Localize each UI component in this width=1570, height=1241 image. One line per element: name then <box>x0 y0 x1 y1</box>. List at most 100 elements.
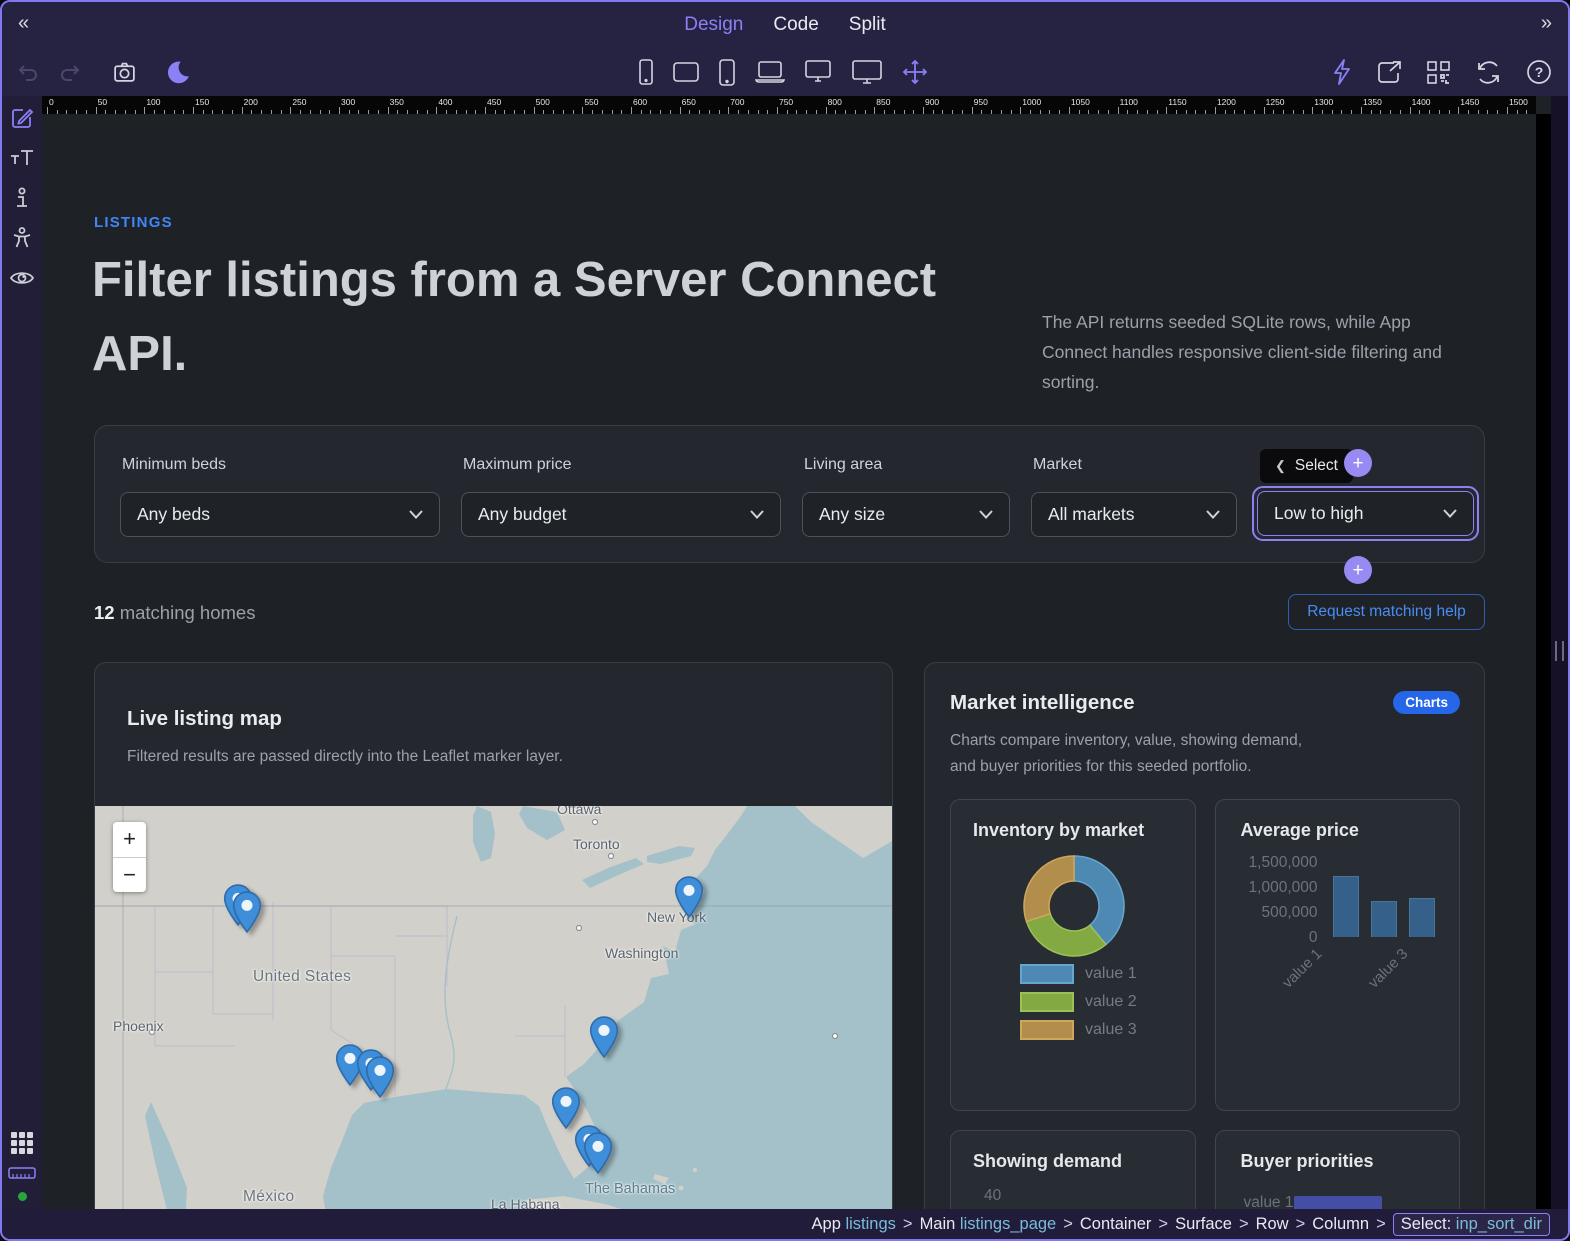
ruler-tick <box>806 110 807 114</box>
ruler-tick <box>816 110 817 114</box>
panel-resize-gutter[interactable] <box>1551 96 1568 1209</box>
add-element-button-bottom[interactable]: + <box>1344 556 1372 584</box>
map-marker-pin[interactable] <box>365 1056 395 1103</box>
accessibility-icon[interactable] <box>2 218 42 258</box>
ruler-tick <box>222 110 223 114</box>
ruler-tick <box>1429 110 1430 114</box>
ruler-tick <box>1312 107 1313 114</box>
legend-item[interactable]: value 3 <box>1020 1020 1137 1040</box>
ruler-tick <box>894 110 895 114</box>
qr-code-icon[interactable] <box>1426 60 1451 85</box>
open-in-browser-icon[interactable] <box>1376 59 1402 85</box>
ruler-tick <box>1059 110 1060 114</box>
map-marker-pin[interactable] <box>583 1132 613 1179</box>
request-matching-help-button[interactable]: Request matching help <box>1288 594 1485 630</box>
leaflet-map[interactable]: OttawaTorontoNew YorkWashingtonUnited St… <box>95 806 892 1209</box>
filter-select[interactable]: Any size <box>802 492 1010 537</box>
breadcrumb-item[interactable]: Column <box>1312 1215 1369 1234</box>
device-tablet-landscape-icon[interactable] <box>673 62 699 82</box>
panel-resize-handle-icon[interactable] <box>1555 641 1564 661</box>
ruler-tick <box>641 110 642 114</box>
filter-select[interactable]: Any beds <box>120 492 440 537</box>
redo-icon[interactable] <box>58 60 82 84</box>
ruler-tick <box>728 107 729 114</box>
ruler-tick <box>719 110 720 114</box>
breadcrumb-name: listings <box>841 1215 896 1233</box>
filter-select[interactable]: Low to high <box>1257 491 1474 536</box>
map-marker-pin[interactable] <box>589 1016 619 1063</box>
breadcrumb-item[interactable]: Surface <box>1175 1215 1232 1234</box>
apps-grid-icon[interactable] <box>11 1132 33 1154</box>
info-inspector-icon[interactable] <box>2 178 42 218</box>
canvas-scrollbar[interactable] <box>1536 114 1551 1209</box>
screenshot-camera-icon[interactable] <box>112 60 137 85</box>
y-axis-tick-label: 1,500,000 <box>1226 854 1318 871</box>
filter-select[interactable]: Any budget <box>461 492 781 537</box>
map-geography <box>95 806 892 1209</box>
breadcrumb-item[interactable]: Row <box>1256 1215 1289 1234</box>
ruler-tick <box>466 110 467 114</box>
drag-resize-arrows-icon[interactable] <box>902 59 928 85</box>
tab-design[interactable]: Design <box>684 14 743 36</box>
filter-label: Maximum price <box>463 456 571 474</box>
ruler-tick <box>874 107 875 114</box>
filter-select[interactable]: All markets <box>1031 492 1237 537</box>
map-marker-pin[interactable] <box>674 876 704 923</box>
tab-split[interactable]: Split <box>849 14 886 36</box>
panel-collapse-right-icon[interactable]: » <box>1541 12 1552 35</box>
preview-eye-icon[interactable] <box>2 258 42 298</box>
device-laptop-icon[interactable] <box>755 61 785 83</box>
svg-text:?: ? <box>1535 64 1544 80</box>
device-mobile-icon[interactable] <box>638 59 654 85</box>
ruler-number: 800 <box>828 97 842 107</box>
buyer-priorities-title: Buyer priorities <box>1241 1151 1374 1172</box>
map-label: México <box>243 1188 295 1206</box>
ruler-tick <box>310 110 311 114</box>
select-value: Low to high <box>1274 503 1364 524</box>
ruler-tick <box>456 110 457 114</box>
ruler-tick <box>1273 110 1274 114</box>
ruler-tick <box>1118 107 1119 114</box>
ruler-tick <box>1332 110 1333 114</box>
bar <box>1409 898 1435 937</box>
horizontal-bar <box>1294 1196 1382 1209</box>
ruler-tick <box>1478 110 1479 114</box>
breadcrumb-item[interactable]: App listings <box>812 1215 896 1234</box>
dark-mode-moon-icon[interactable] <box>165 59 191 85</box>
legend-label: value 1 <box>1085 965 1137 983</box>
breadcrumb-separator: > <box>1158 1215 1168 1234</box>
panel-collapse-left-icon[interactable]: « <box>18 12 29 35</box>
ruler-tick <box>884 110 885 114</box>
tab-code[interactable]: Code <box>773 14 818 36</box>
device-desktop-large-icon[interactable] <box>851 60 883 85</box>
help-icon[interactable]: ? <box>1526 59 1552 85</box>
ruler-tick <box>952 110 953 114</box>
breadcrumb-item[interactable]: Select: inp_sort_dir <box>1393 1213 1550 1236</box>
breadcrumb-item[interactable]: Main listings_page <box>920 1215 1057 1234</box>
add-element-button-top[interactable]: + <box>1344 449 1372 477</box>
zoom-in-button[interactable]: + <box>113 822 146 858</box>
quick-actions-lightning-icon[interactable] <box>1332 59 1352 85</box>
ruler-tick <box>758 110 759 114</box>
map-marker-pin[interactable] <box>232 891 262 938</box>
ruler-tick <box>1283 110 1284 114</box>
select-edit-mode-icon[interactable] <box>2 98 42 138</box>
ruler-toggle-icon[interactable] <box>8 1166 36 1180</box>
ruler-tick <box>923 107 924 114</box>
zoom-out-button[interactable]: − <box>113 858 146 893</box>
refresh-sync-icon[interactable] <box>1475 59 1502 86</box>
device-desktop-icon[interactable] <box>804 60 832 84</box>
ruler-tick <box>972 107 973 114</box>
undo-icon[interactable] <box>16 60 40 84</box>
device-phablet-icon[interactable] <box>718 59 736 86</box>
chevron-left-icon[interactable]: ❮ <box>1275 458 1286 474</box>
breadcrumb-item[interactable]: Container <box>1080 1215 1152 1234</box>
legend-item[interactable]: value 1 <box>1020 964 1137 984</box>
ruler-tick <box>699 110 700 114</box>
legend-item[interactable]: value 2 <box>1020 992 1137 1012</box>
left-toolbar <box>2 96 42 1209</box>
y-axis-tick-label: 0 <box>1226 929 1318 946</box>
design-canvas: LISTINGS Filter listings from a Server C… <box>42 114 1536 1209</box>
legend-label: value 2 <box>1085 993 1137 1011</box>
typography-icon[interactable] <box>2 138 42 178</box>
